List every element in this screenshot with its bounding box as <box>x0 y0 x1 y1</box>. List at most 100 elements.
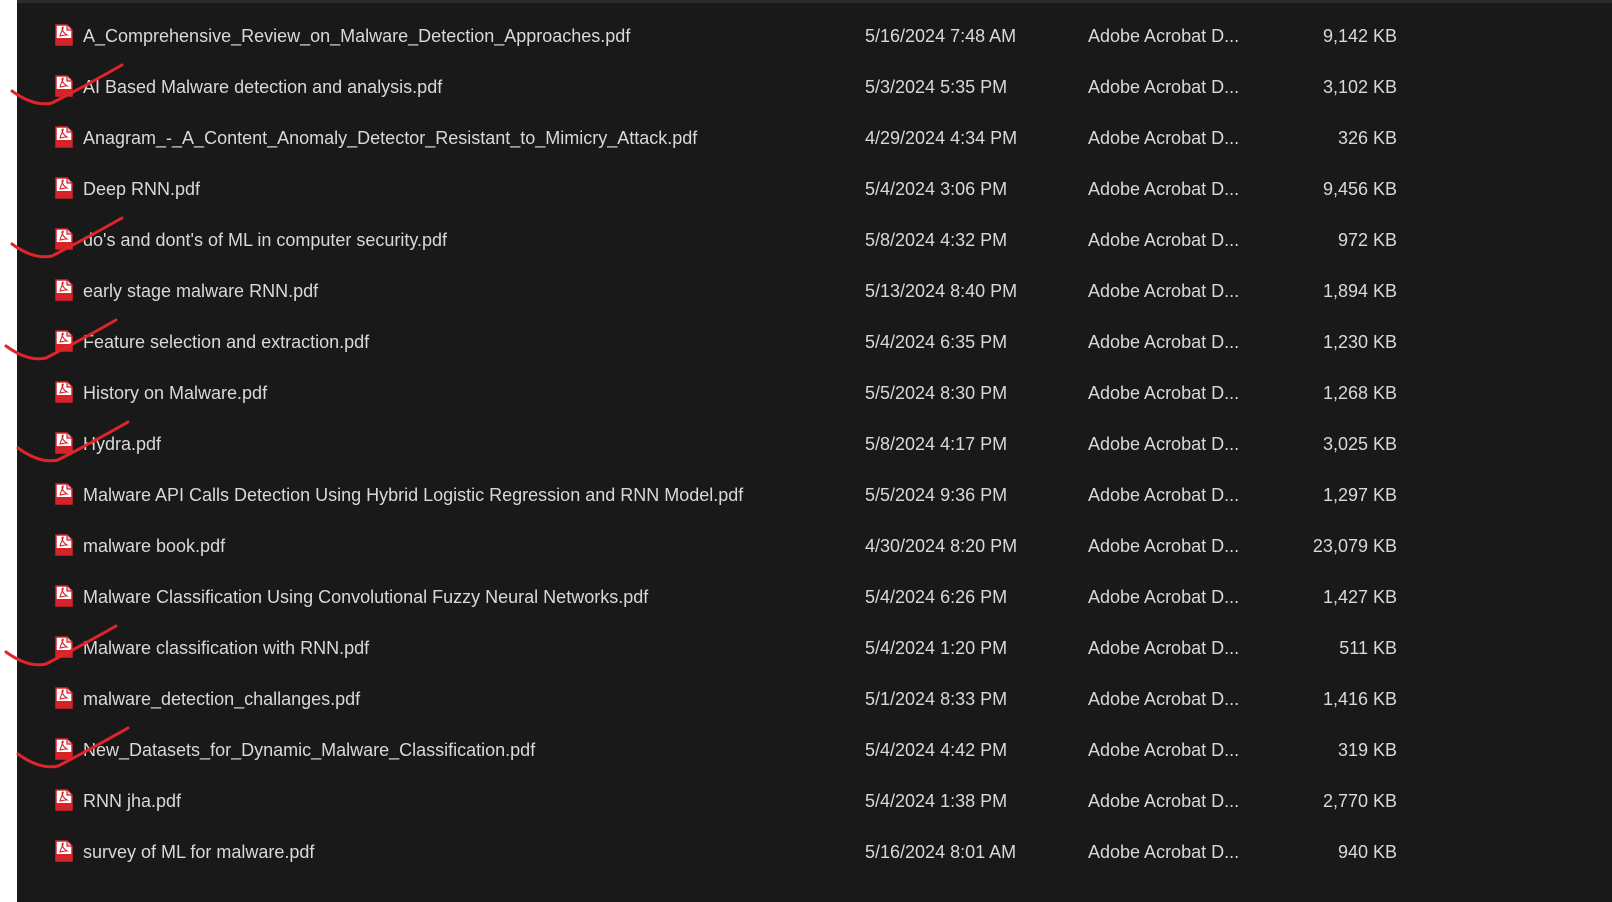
file-date-modified: 5/4/2024 6:35 PM <box>865 332 1008 352</box>
file-size: 3,102 KB <box>1322 77 1397 97</box>
file-row[interactable]: do's and dont's of ML in computer securi… <box>17 216 1612 267</box>
file-name: Malware API Calls Detection Using Hybrid… <box>83 485 744 505</box>
pdf-file-icon <box>55 228 73 250</box>
file-name: malware_detection_challanges.pdf <box>83 689 361 709</box>
file-size: 1,230 KB <box>1322 332 1397 352</box>
file-date-modified: 5/4/2024 3:06 PM <box>865 179 1008 199</box>
file-date-modified: 5/5/2024 8:30 PM <box>865 383 1008 403</box>
file-size: 1,427 KB <box>1322 587 1397 607</box>
file-size: 2,770 KB <box>1322 791 1397 811</box>
pdf-file-icon <box>55 789 73 811</box>
file-date-modified: 5/16/2024 7:48 AM <box>865 26 1017 46</box>
pdf-file-icon <box>55 24 73 46</box>
pdf-file-icon <box>55 636 73 658</box>
file-type: Adobe Acrobat D... <box>1088 26 1240 46</box>
file-row[interactable]: AI Based Malware detection and analysis.… <box>17 63 1612 114</box>
file-type: Adobe Acrobat D... <box>1088 587 1240 607</box>
file-type: Adobe Acrobat D... <box>1088 536 1240 556</box>
file-size: 1,416 KB <box>1322 689 1397 709</box>
file-row[interactable]: Anagram_-_A_Content_Anomaly_Detector_Res… <box>17 114 1612 165</box>
file-date-modified: 5/8/2024 4:17 PM <box>865 434 1008 454</box>
file-row[interactable]: Malware classification with RNN.pdf 5/4/2… <box>17 624 1612 675</box>
file-row[interactable]: Malware API Calls Detection Using Hybrid… <box>17 471 1612 522</box>
pdf-file-icon <box>55 126 73 148</box>
file-row[interactable]: survey of ML for malware.pdf 5/16/2024 8:… <box>17 828 1612 879</box>
file-type: Adobe Acrobat D... <box>1088 230 1240 250</box>
file-name: Deep RNN.pdf <box>83 179 201 199</box>
file-list: A_Comprehensive_Review_on_Malware_Detect… <box>17 12 1612 879</box>
file-date-modified: 5/16/2024 8:01 AM <box>865 842 1017 862</box>
file-size: 23,079 KB <box>1312 536 1397 556</box>
file-size: 972 KB <box>1337 230 1397 250</box>
file-date-modified: 5/4/2024 1:38 PM <box>865 791 1008 811</box>
file-row[interactable]: New_Datasets_for_Dynamic_Malware_Classif… <box>17 726 1612 777</box>
file-type: Adobe Acrobat D... <box>1088 842 1240 862</box>
file-size: 326 KB <box>1337 128 1397 148</box>
pdf-file-icon <box>55 840 73 862</box>
file-date-modified: 5/1/2024 8:33 PM <box>865 689 1008 709</box>
file-size: 1,268 KB <box>1322 383 1397 403</box>
file-date-modified: 5/4/2024 6:26 PM <box>865 587 1008 607</box>
file-row[interactable]: Hydra.pdf 5/8/2024 4:17 PM Adobe Acrobat D… <box>17 420 1612 471</box>
file-type: Adobe Acrobat D... <box>1088 128 1240 148</box>
file-date-modified: 5/5/2024 9:36 PM <box>865 485 1008 505</box>
file-date-modified: 4/30/2024 8:20 PM <box>865 536 1018 556</box>
pdf-file-icon <box>55 687 73 709</box>
pdf-file-icon <box>55 330 73 352</box>
file-type: Adobe Acrobat D... <box>1088 77 1240 97</box>
file-name: New_Datasets_for_Dynamic_Malware_Classif… <box>83 740 536 760</box>
file-row[interactable]: Malware Classification Using Convolution… <box>17 573 1612 624</box>
file-name: Hydra.pdf <box>83 434 162 454</box>
file-type: Adobe Acrobat D... <box>1088 689 1240 709</box>
file-date-modified: 4/29/2024 4:34 PM <box>865 128 1018 148</box>
pdf-file-icon <box>55 738 73 760</box>
pdf-file-icon <box>55 177 73 199</box>
pdf-file-icon <box>55 534 73 556</box>
file-type: Adobe Acrobat D... <box>1088 332 1240 352</box>
file-date-modified: 5/13/2024 8:40 PM <box>865 281 1018 301</box>
file-row[interactable]: Feature selection and extraction.pdf 5/4/… <box>17 318 1612 369</box>
file-type: Adobe Acrobat D... <box>1088 434 1240 454</box>
file-row[interactable]: RNN jha.pdf 5/4/2024 1:38 PM Adobe Acrobat… <box>17 777 1612 828</box>
file-name: malware book.pdf <box>83 536 226 556</box>
file-row[interactable]: Deep RNN.pdf 5/4/2024 3:06 PM Adobe Acroba… <box>17 165 1612 216</box>
file-type: Adobe Acrobat D... <box>1088 281 1240 301</box>
file-row[interactable]: A_Comprehensive_Review_on_Malware_Detect… <box>17 12 1612 63</box>
file-row[interactable]: malware book.pdf 4/30/2024 8:20 PM Adobe A… <box>17 522 1612 573</box>
file-type: Adobe Acrobat D... <box>1088 485 1240 505</box>
file-type: Adobe Acrobat D... <box>1088 791 1240 811</box>
file-name: AI Based Malware detection and analysis.… <box>83 77 443 97</box>
file-explorer-pane: A_Comprehensive_Review_on_Malware_Detect… <box>17 0 1612 902</box>
file-name: survey of ML for malware.pdf <box>83 842 315 862</box>
file-date-modified: 5/8/2024 4:32 PM <box>865 230 1008 250</box>
pdf-file-icon <box>55 483 73 505</box>
file-name: Feature selection and extraction.pdf <box>83 332 370 352</box>
pdf-file-icon <box>55 279 73 301</box>
file-date-modified: 5/4/2024 1:20 PM <box>865 638 1008 658</box>
file-size: 3,025 KB <box>1322 434 1397 454</box>
file-name: RNN jha.pdf <box>83 791 182 811</box>
file-type: Adobe Acrobat D... <box>1088 740 1240 760</box>
file-row[interactable]: malware_detection_challanges.pdf 5/1/2024… <box>17 675 1612 726</box>
file-size: 940 KB <box>1337 842 1397 862</box>
pdf-file-icon <box>55 381 73 403</box>
file-name: do's and dont's of ML in computer securi… <box>83 230 448 250</box>
file-size: 319 KB <box>1337 740 1397 760</box>
file-size: 1,297 KB <box>1322 485 1397 505</box>
file-name: early stage malware RNN.pdf <box>83 281 319 301</box>
file-type: Adobe Acrobat D... <box>1088 638 1240 658</box>
file-type: Adobe Acrobat D... <box>1088 179 1240 199</box>
file-name: A_Comprehensive_Review_on_Malware_Detect… <box>83 26 631 46</box>
pdf-file-icon <box>55 75 73 97</box>
file-name: Malware classification with RNN.pdf <box>83 638 370 658</box>
file-size: 1,894 KB <box>1322 281 1397 301</box>
file-name: Anagram_-_A_Content_Anomaly_Detector_Res… <box>83 128 698 148</box>
file-size: 9,142 KB <box>1322 26 1397 46</box>
file-size: 9,456 KB <box>1322 179 1397 199</box>
file-size: 511 KB <box>1339 638 1397 658</box>
pdf-file-icon <box>55 585 73 607</box>
file-name: History on Malware.pdf <box>83 383 268 403</box>
file-row[interactable]: early stage malware RNN.pdf 5/13/2024 8:4… <box>17 267 1612 318</box>
file-row[interactable]: History on Malware.pdf 5/5/2024 8:30 PM Ad… <box>17 369 1612 420</box>
file-date-modified: 5/3/2024 5:35 PM <box>865 77 1008 97</box>
